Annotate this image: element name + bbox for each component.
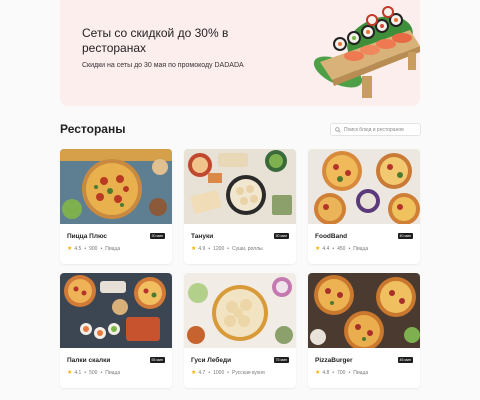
- restaurant-meta: ★ 4.1 • 500 • Пицца: [67, 369, 121, 377]
- rating: 4.7: [198, 369, 206, 376]
- star-icon: ★: [67, 246, 73, 252]
- delivery-time-badge: 75 мин: [273, 357, 289, 363]
- rating: 4.4: [322, 245, 330, 252]
- separator-dot: •: [227, 245, 229, 252]
- restaurant-meta: ★ 4.5 • 900 • Пицца: [67, 245, 121, 253]
- cuisine: Суши, роллы: [232, 245, 263, 252]
- delivery-time-badge: 30 мин: [273, 233, 289, 239]
- price: 900: [89, 245, 98, 252]
- cuisine: Пицца: [353, 369, 369, 376]
- restaurant-photo: [184, 149, 296, 224]
- separator-dot: •: [84, 245, 87, 252]
- star-icon: ★: [67, 370, 73, 376]
- restaurant-name: Гуси Лебеди: [191, 357, 232, 364]
- restaurant-name: Тануки: [191, 233, 214, 240]
- separator-dot: •: [332, 245, 335, 252]
- search-input[interactable]: [344, 126, 419, 133]
- price: 700: [337, 369, 346, 376]
- restaurant-card[interactable]: Пицца Плюс 30 мин ★ 4.5 • 900 • Пицца: [60, 149, 172, 264]
- banner-subtitle: Скидки на сеты до 30 мая по промокоду DA…: [82, 62, 244, 69]
- restaurant-card[interactable]: Тануки 30 мин ★ 4.9 • 1200 • Суши, роллы: [184, 149, 296, 264]
- cuisine: Пицца: [105, 245, 121, 252]
- price: 450: [337, 245, 346, 252]
- restaurant-meta: ★ 4.4 • 450 • Пицца: [315, 245, 369, 253]
- restaurant-name: Пицца Плюс: [67, 233, 108, 240]
- cuisine: Русская кухня: [232, 369, 265, 376]
- sushi-set-image: [313, 6, 420, 98]
- star-icon: ★: [191, 246, 197, 252]
- promo-banner[interactable]: Сеты со скидкой до 30% в ресторанах Скид…: [60, 0, 420, 106]
- search-icon: [335, 126, 341, 133]
- restaurant-meta: ★ 4.7 • 1000 • Русская кухня: [191, 369, 265, 377]
- restaurant-meta: ★ 4.8 • 700 • Пицца: [315, 369, 369, 377]
- search-field[interactable]: [330, 123, 421, 136]
- restaurant-name: PizzaBurger: [315, 357, 353, 364]
- restaurant-grid: Пицца Плюс 30 мин ★ 4.5 • 900 • Пицца Та…: [60, 149, 421, 388]
- star-icon: ★: [191, 370, 197, 376]
- rating: 4.9: [198, 245, 206, 252]
- delivery-time-badge: 55 мин: [149, 357, 165, 363]
- rating: 4.8: [322, 369, 330, 376]
- star-icon: ★: [315, 370, 321, 376]
- banner-title: Сеты со скидкой до 30% в ресторанах: [82, 26, 229, 55]
- separator-dot: •: [332, 369, 335, 376]
- delivery-time-badge: 30 мин: [149, 233, 165, 239]
- separator-dot: •: [348, 369, 351, 376]
- price: 1200: [213, 245, 225, 252]
- restaurant-photo: [184, 273, 296, 348]
- restaurant-photo: [60, 149, 172, 224]
- separator-dot: •: [208, 369, 211, 376]
- restaurant-photo: [308, 273, 420, 348]
- delivery-time-badge: 40 мин: [397, 233, 413, 239]
- separator-dot: •: [348, 245, 351, 252]
- restaurant-meta: ★ 4.9 • 1200 • Суши, роллы: [191, 245, 263, 253]
- rating: 4.5: [74, 245, 82, 252]
- restaurant-card[interactable]: FoodBand 40 мин ★ 4.4 • 450 • Пицца: [308, 149, 420, 264]
- price: 500: [89, 369, 98, 376]
- separator-dot: •: [100, 369, 103, 376]
- separator-dot: •: [208, 245, 211, 252]
- rating: 4.1: [74, 369, 82, 376]
- separator-dot: •: [100, 245, 103, 252]
- delivery-time-badge: 45 мин: [397, 357, 413, 363]
- cuisine: Пицца: [105, 369, 121, 376]
- restaurants-heading: Рестораны: [60, 122, 126, 136]
- separator-dot: •: [227, 369, 229, 376]
- restaurant-card[interactable]: PizzaBurger 45 мин ★ 4.8 • 700 • Пицца: [308, 273, 420, 388]
- separator-dot: •: [84, 369, 87, 376]
- price: 1000: [213, 369, 225, 376]
- star-icon: ★: [315, 246, 321, 252]
- cuisine: Пицца: [353, 245, 369, 252]
- restaurant-photo: [60, 273, 172, 348]
- restaurant-card[interactable]: Палки скалки 55 мин ★ 4.1 • 500 • Пицца: [60, 273, 172, 388]
- restaurant-name: Палки скалки: [67, 357, 111, 364]
- restaurant-name: FoodBand: [315, 233, 348, 240]
- restaurant-photo: [308, 149, 420, 224]
- restaurant-card[interactable]: Гуси Лебеди 75 мин ★ 4.7 • 1000 • Русска…: [184, 273, 296, 388]
